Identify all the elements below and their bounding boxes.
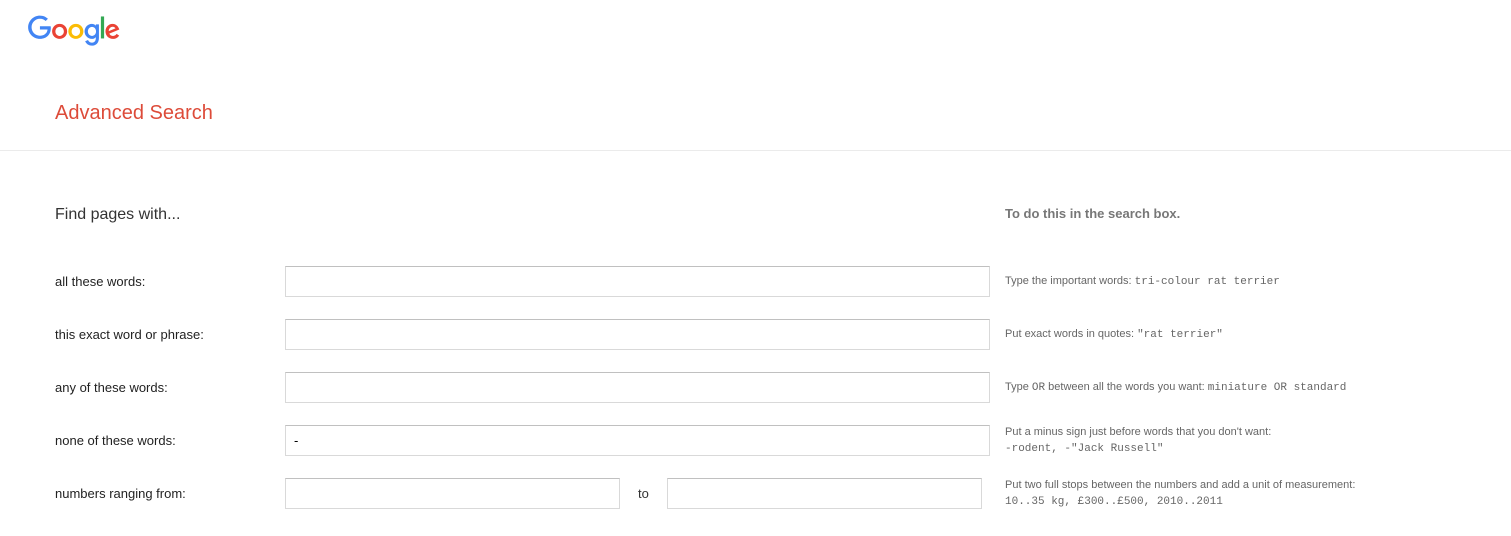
- any-words-label: any of these words:: [55, 380, 285, 395]
- numbers-from-input[interactable]: [285, 478, 620, 509]
- exact-phrase-label: this exact word or phrase:: [55, 327, 285, 342]
- numbers-to-input[interactable]: [667, 478, 982, 509]
- range-to-label: to: [620, 486, 667, 501]
- none-words-label: none of these words:: [55, 433, 285, 448]
- none-words-hint: Put a minus sign just before words that …: [1005, 424, 1271, 458]
- all-words-label: all these words:: [55, 274, 285, 289]
- exact-phrase-hint: Put exact words in quotes: "rat terrier": [1005, 326, 1223, 344]
- find-pages-header: Find pages with...: [55, 206, 1005, 224]
- any-words-input[interactable]: [285, 372, 990, 403]
- all-words-hint: Type the important words: tri-colour rat…: [1005, 273, 1280, 291]
- all-words-input[interactable]: [285, 266, 990, 297]
- numbers-range-label: numbers ranging from:: [55, 486, 285, 501]
- page-title: Advanced Search: [55, 102, 1511, 125]
- exact-phrase-input[interactable]: [285, 319, 990, 350]
- hints-header: To do this in the search box.: [1005, 206, 1180, 224]
- numbers-range-hint: Put two full stops between the numbers a…: [1005, 477, 1355, 511]
- google-logo[interactable]: [28, 15, 120, 52]
- none-words-input[interactable]: [285, 425, 990, 456]
- any-words-hint: Type OR between all the words you want: …: [1005, 379, 1346, 397]
